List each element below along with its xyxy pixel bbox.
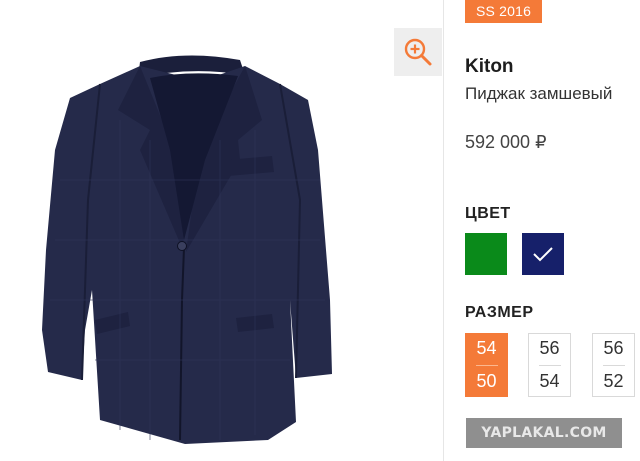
product-title: Пиджак замшевый <box>465 84 613 103</box>
color-section-label: ЦВЕТ <box>465 205 511 222</box>
size-option-56-54[interactable]: 56 54 <box>528 333 571 397</box>
watermark-text: YAPLAKAL.COM <box>481 425 607 441</box>
size-option-56-52[interactable]: 56 52 <box>592 333 635 397</box>
size-secondary: 52 <box>603 371 624 391</box>
size-primary: 56 <box>603 338 624 358</box>
zoom-in-icon <box>404 38 432 66</box>
size-primary: 54 <box>476 338 497 358</box>
color-swatch-green[interactable] <box>465 233 507 275</box>
zoom-button[interactable] <box>394 28 442 76</box>
color-swatch-navy[interactable] <box>522 233 564 275</box>
size-secondary: 54 <box>539 371 560 391</box>
size-primary: 56 <box>539 338 560 358</box>
size-divider <box>538 365 561 366</box>
size-secondary: 50 <box>476 371 497 391</box>
size-option-54-50[interactable]: 54 50 <box>465 333 508 397</box>
column-divider <box>443 0 444 461</box>
size-divider <box>602 365 625 366</box>
product-page: SS 2016 Kiton Пиджак замшевый 592 000 ₽ … <box>0 0 640 461</box>
watermark: YAPLAKAL.COM <box>466 418 622 448</box>
product-price: 592 000 ₽ <box>465 132 547 152</box>
product-image <box>0 0 442 461</box>
size-section-label: РАЗМЕР <box>465 304 534 321</box>
size-divider <box>475 365 498 366</box>
checkmark-icon <box>533 247 553 262</box>
jacket-photo <box>42 55 332 444</box>
season-badge: SS 2016 <box>465 0 543 23</box>
brand-name[interactable]: Kiton <box>465 56 514 78</box>
